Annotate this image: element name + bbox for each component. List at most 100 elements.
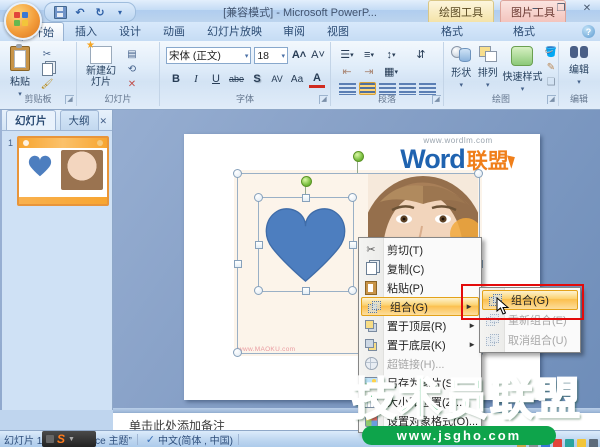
strikethrough-button[interactable]: abe bbox=[228, 72, 245, 87]
clipboard-dialog-launcher[interactable]: ◢ bbox=[65, 95, 74, 104]
selection-handle[interactable] bbox=[302, 287, 310, 295]
sogou-logo: S bbox=[57, 432, 66, 446]
heart-selection-box[interactable] bbox=[258, 197, 354, 292]
language-indicator[interactable]: 中文(简体 , 中国) bbox=[158, 432, 233, 447]
group-font: 宋体 (正文) ▾ 18 ▾ A˄ A˅ B I U abe S AV Aa A 字… bbox=[160, 42, 331, 106]
tab-format-picture[interactable]: 格式 bbox=[504, 22, 544, 40]
panel-close-button[interactable]: ✕ bbox=[99, 116, 107, 127]
selection-handle[interactable] bbox=[255, 241, 263, 249]
tab-review[interactable]: 审阅 bbox=[274, 22, 314, 40]
submenu-item-ungroup[interactable]: 取消组合(U) bbox=[480, 330, 580, 350]
tray-icon[interactable] bbox=[589, 438, 598, 447]
arrange-icon bbox=[478, 46, 497, 62]
copy-icon bbox=[41, 62, 53, 76]
layout-button[interactable]: ▤ bbox=[125, 48, 139, 60]
tab-slideshow[interactable]: 幻灯片放映 bbox=[198, 22, 271, 40]
selection-handle[interactable] bbox=[349, 241, 357, 249]
tab-slides-thumbnails[interactable]: 幻灯片 bbox=[6, 110, 56, 130]
shrink-font-button[interactable]: A˅ bbox=[310, 47, 326, 62]
slide-thumbnail[interactable] bbox=[17, 136, 109, 206]
line-spacing-button[interactable]: ↕ ▾ bbox=[383, 47, 399, 62]
paragraph-dialog-launcher[interactable]: ◢ bbox=[432, 95, 441, 104]
font-name-combo[interactable]: 宋体 (正文) ▾ bbox=[166, 47, 252, 64]
tab-outline[interactable]: 大纲 bbox=[59, 110, 99, 130]
shape-fill-button[interactable]: 🪣 bbox=[544, 46, 558, 58]
format-painter-button[interactable]: 🖌 bbox=[40, 78, 54, 90]
selection-handle[interactable] bbox=[233, 348, 242, 357]
grow-font-button[interactable]: A˄ bbox=[291, 47, 307, 62]
arrange-button[interactable]: 排列 ▾ bbox=[474, 42, 500, 93]
selection-handle[interactable] bbox=[474, 169, 483, 178]
text-shadow-button[interactable]: S bbox=[249, 72, 265, 87]
increase-indent-button[interactable]: ⇥ bbox=[361, 64, 377, 79]
font-name-dropdown-icon: ▾ bbox=[244, 52, 249, 60]
font-color-button[interactable]: A bbox=[309, 70, 326, 88]
spellcheck-icon[interactable]: ✓ bbox=[146, 433, 155, 446]
decrease-indent-button[interactable]: ⇤ bbox=[339, 64, 355, 79]
selection-handle[interactable] bbox=[254, 286, 263, 295]
selection-handle[interactable] bbox=[233, 169, 242, 178]
binoculars-icon bbox=[570, 46, 588, 59]
cut-button[interactable]: ✂ bbox=[40, 48, 54, 60]
heart-rotation-handle[interactable] bbox=[301, 176, 312, 187]
ime-toolbar[interactable]: S ▼ bbox=[42, 431, 96, 447]
tab-animations[interactable]: 动画 bbox=[154, 22, 194, 40]
menu-item-cut[interactable]: ✂ 剪切(T) bbox=[359, 240, 481, 259]
paste-button[interactable]: 粘贴 ▾ bbox=[0, 42, 40, 98]
mouse-cursor bbox=[496, 297, 510, 315]
drawing-dialog-launcher[interactable]: ◢ bbox=[547, 95, 556, 104]
selection-handle[interactable] bbox=[234, 260, 242, 268]
picture-rotation-handle[interactable] bbox=[353, 151, 364, 162]
selection-handle[interactable] bbox=[254, 193, 263, 202]
shape-outline-button[interactable]: ✎ bbox=[544, 61, 558, 73]
italic-button[interactable]: I bbox=[188, 72, 204, 87]
paragraph-group-label: 段落 bbox=[377, 94, 396, 104]
quick-styles-button[interactable]: 快速样式 ▾ bbox=[501, 42, 544, 93]
menu-item-copy[interactable]: 复制(C) bbox=[359, 259, 481, 278]
bold-button[interactable]: B bbox=[168, 72, 184, 87]
tray-icon[interactable] bbox=[577, 438, 586, 447]
reset-button[interactable]: ⟲ bbox=[125, 63, 139, 75]
font-size-combo[interactable]: 18 ▾ bbox=[254, 47, 288, 64]
delete-slide-button[interactable]: ✕ bbox=[125, 78, 139, 90]
minimize-button[interactable]: – bbox=[528, 3, 542, 14]
bullets-button[interactable]: ☰ ▾ bbox=[339, 47, 355, 62]
tray-icon[interactable] bbox=[565, 438, 574, 447]
menu-item-send-to-back[interactable]: 置于底层(K) ► bbox=[359, 335, 481, 354]
ribbon: 粘贴 ▾ ✂ 🖌 剪贴板 ◢ 新建幻灯片 ▤ ⟲ bbox=[0, 40, 600, 110]
tab-insert[interactable]: 插入 bbox=[66, 22, 106, 40]
slides-group-label: 幻灯片 bbox=[104, 94, 132, 104]
office-button[interactable] bbox=[4, 2, 42, 40]
tab-format-drawing[interactable]: 格式 bbox=[432, 22, 472, 40]
ungroup-icon bbox=[483, 333, 501, 348]
numbering-button[interactable]: ≡ ▾ bbox=[361, 47, 377, 62]
hyperlink-icon bbox=[362, 356, 380, 371]
restore-button[interactable]: ❐ bbox=[554, 3, 568, 14]
thumbnail-header bbox=[19, 138, 107, 148]
text-direction-button[interactable]: ⇵ bbox=[413, 47, 429, 62]
shapes-button[interactable]: 形状 ▾ bbox=[448, 42, 474, 93]
font-dialog-launcher[interactable]: ◢ bbox=[319, 95, 328, 104]
selection-handle[interactable] bbox=[348, 193, 357, 202]
quick-styles-icon bbox=[511, 46, 534, 66]
thumbnail-heart-icon bbox=[28, 155, 52, 177]
change-case-button[interactable]: Aa bbox=[289, 72, 305, 87]
copy-button[interactable] bbox=[40, 62, 54, 76]
underline-button[interactable]: U bbox=[208, 72, 224, 87]
character-spacing-button[interactable]: AV bbox=[269, 72, 285, 87]
shape-effects-button[interactable]: ❏ bbox=[544, 76, 558, 88]
theme-name: ce 主题” bbox=[95, 436, 132, 447]
tab-view[interactable]: 视图 bbox=[318, 22, 358, 40]
new-slide-button[interactable]: 新建幻灯片 bbox=[77, 40, 125, 90]
menu-item-hyperlink[interactable]: 超链接(H)... bbox=[359, 354, 481, 373]
selection-handle[interactable] bbox=[302, 194, 310, 202]
paste-icon bbox=[362, 280, 380, 295]
editing-button[interactable]: 编辑 ▾ bbox=[559, 42, 599, 86]
selection-handle[interactable] bbox=[348, 286, 357, 295]
close-button[interactable]: ✕ bbox=[580, 3, 594, 14]
submenu-arrow-icon: ► bbox=[468, 340, 476, 349]
tab-design[interactable]: 设计 bbox=[110, 22, 150, 40]
help-button[interactable]: ? bbox=[582, 25, 595, 38]
drawing-tools-header[interactable]: 绘图工具 bbox=[428, 0, 494, 22]
columns-button[interactable]: ▦ ▾ bbox=[383, 64, 399, 79]
